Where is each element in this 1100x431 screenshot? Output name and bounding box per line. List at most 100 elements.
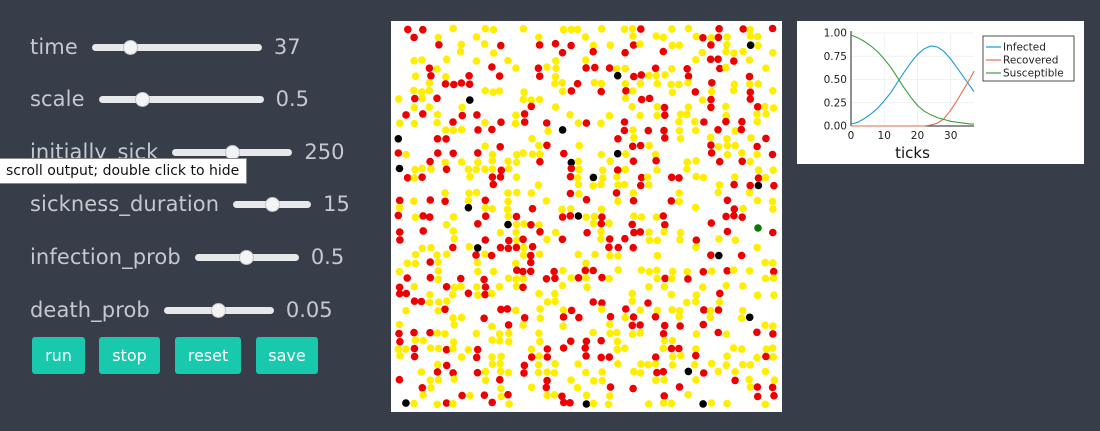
agent-dot (504, 274, 513, 283)
agent-dot (528, 242, 537, 251)
death-prob-slider[interactable] (163, 302, 274, 318)
agent-dot (449, 227, 458, 235)
slider-handle[interactable] (134, 91, 150, 107)
agent-dot (574, 157, 583, 166)
agent-dot (567, 205, 575, 213)
agent-dot (566, 337, 575, 346)
agent-dot (644, 126, 653, 135)
agent-dot (770, 391, 778, 400)
agent-dot (621, 165, 630, 174)
agent-dot (643, 173, 652, 181)
agent-dot (628, 25, 637, 33)
agent-dot (614, 252, 622, 260)
agent-dot (613, 345, 621, 354)
agent-dot (520, 88, 528, 96)
agent-dot (583, 283, 591, 292)
agent-dot (715, 25, 723, 33)
agent-dot (427, 243, 435, 252)
agent-dot (442, 399, 451, 407)
agent-dot (739, 25, 747, 33)
scale-slider[interactable] (98, 91, 264, 107)
agent-dot (637, 25, 645, 33)
sickness-duration-slider[interactable] (233, 196, 312, 212)
time-slider[interactable] (91, 39, 262, 55)
agent-dot (433, 94, 441, 103)
agent-dot (449, 344, 457, 353)
agent-dot (723, 399, 731, 408)
infection-prob-slider[interactable] (194, 249, 299, 265)
agent-dot (473, 111, 481, 119)
agent-dot (723, 150, 732, 159)
agent-dot (450, 375, 459, 384)
stop-button[interactable]: stop (99, 337, 160, 374)
agent-dot (435, 41, 443, 49)
slider-row-sickness-duration: sickness_duration 15 (30, 189, 350, 219)
agent-dot (543, 141, 551, 150)
agent-dot (425, 79, 434, 87)
agent-dot (722, 117, 730, 126)
agent-dot (652, 156, 660, 165)
agent-dot (419, 391, 427, 399)
agent-dot (661, 134, 669, 142)
agent-dot (692, 351, 700, 360)
agent-dot (746, 157, 755, 166)
slider-label: sickness_duration (30, 192, 220, 216)
agent-dot (597, 180, 605, 189)
agent-dot (433, 400, 441, 409)
agent-dot (419, 25, 427, 34)
agent-dot (496, 243, 505, 252)
reset-button[interactable]: reset (175, 337, 241, 374)
agent-dot (441, 158, 450, 167)
agent-dot (535, 72, 544, 80)
agent-dot (653, 102, 662, 111)
save-button[interactable]: save (256, 337, 318, 374)
agent-dot (402, 399, 410, 407)
agent-dot (504, 197, 512, 206)
agent-dot (597, 235, 605, 243)
agent-dot (629, 157, 638, 165)
slider-handle[interactable] (264, 196, 280, 212)
agent-dot (465, 72, 473, 80)
slider-handle[interactable] (122, 39, 138, 55)
agent-dot (505, 236, 513, 245)
agent-dot (427, 165, 435, 173)
agent-dot (495, 282, 504, 291)
agent-dot (684, 390, 692, 399)
agent-dot (418, 173, 426, 181)
agent-dot (659, 399, 668, 407)
agent-dot (731, 376, 739, 385)
agent-dot (457, 353, 466, 361)
agent-dot (512, 228, 520, 237)
agent-dot (543, 368, 551, 376)
agent-dot (683, 110, 691, 119)
agent-dot (395, 228, 404, 236)
agent-dot (411, 259, 420, 268)
agent-dot (535, 141, 543, 150)
initially-sick-slider[interactable] (172, 144, 293, 160)
agent-dot (575, 141, 583, 150)
slider-handle[interactable] (239, 249, 255, 265)
agent-dot (604, 400, 613, 409)
agent-dot (574, 180, 583, 189)
agent-dot (722, 281, 730, 290)
agent-dot (668, 361, 677, 369)
agent-dot (660, 282, 669, 291)
agent-dot (573, 383, 582, 392)
agent-dot (520, 110, 529, 118)
agent-dot (761, 173, 770, 182)
agent-dot (739, 282, 747, 290)
run-button[interactable]: run (32, 337, 85, 374)
agent-dot (582, 56, 590, 64)
agent-dot (690, 117, 699, 126)
agent-dot (629, 126, 637, 134)
agent-dot (676, 228, 685, 237)
agent-dot (706, 306, 715, 315)
agent-dot (481, 24, 490, 33)
agent-dot (449, 314, 457, 322)
slider-value: 15 (323, 192, 350, 216)
agent-dot (497, 41, 505, 50)
agent-dot (535, 250, 544, 258)
slider-handle[interactable] (211, 302, 227, 318)
agent-dot (754, 41, 762, 50)
agent-dot (558, 79, 567, 87)
